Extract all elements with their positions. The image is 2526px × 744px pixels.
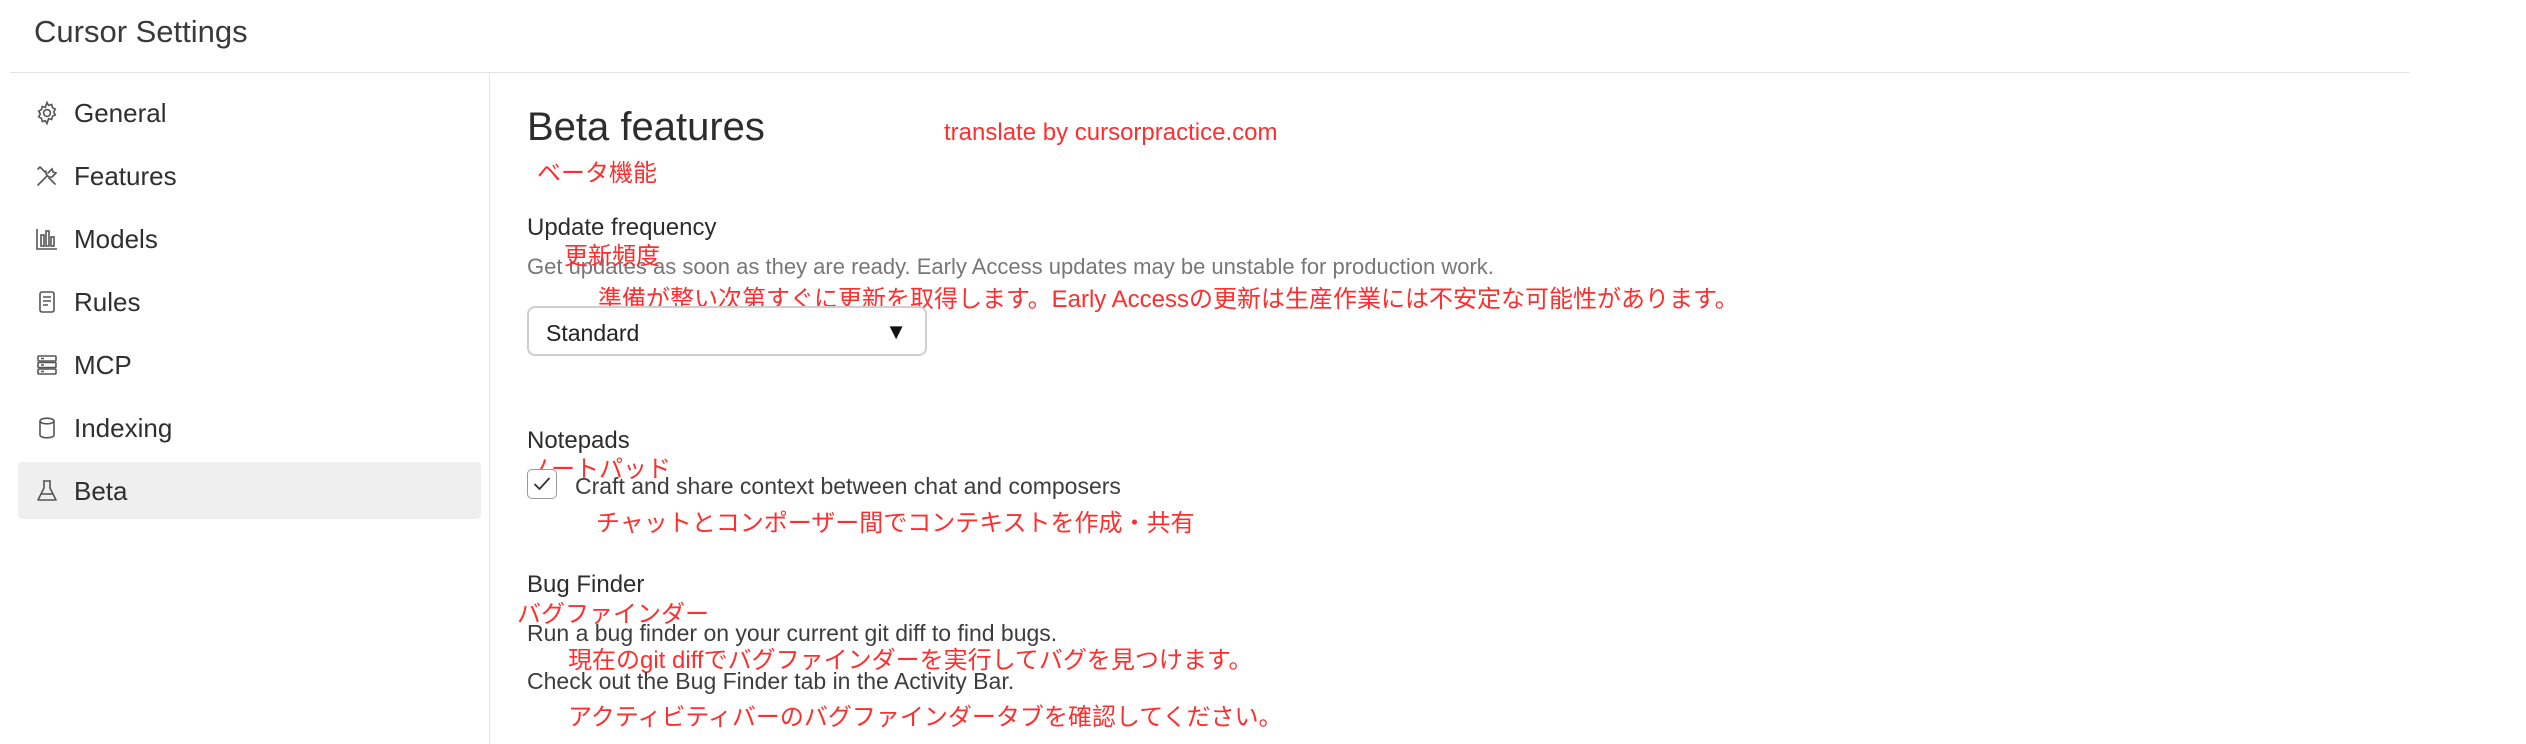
sidebar-item-features[interactable]: Features (18, 147, 481, 204)
bug-finder-note-translation: アクティビティバーのバグファインダータブを確認してください。 (568, 704, 1283, 731)
notepads-checkbox-label-translation: チャットとコンポーザー間でコンテキストを作成・共有 (596, 510, 1195, 537)
page-title: Beta features (527, 105, 765, 149)
notepads-checkbox-label[interactable]: Craft and share context between chat and… (575, 473, 1121, 500)
sidebar-item-label: General (74, 98, 167, 128)
sidebar-item-label: Rules (74, 287, 141, 317)
sidebar-divider (489, 73, 490, 744)
chevron-down-icon: ▼ (885, 319, 907, 344)
sidebar-item-mcp[interactable]: MCP (18, 336, 481, 393)
sidebar-item-rules[interactable]: Rules (18, 273, 481, 330)
sidebar-item-label: Indexing (74, 413, 173, 443)
sidebar-item-indexing[interactable]: Indexing (18, 399, 481, 456)
document-icon (34, 289, 60, 315)
page-title-translation: ベータ機能 (537, 160, 657, 187)
sidebar: General Features Models Rules MCP Indexi… (18, 84, 481, 525)
sidebar-item-models[interactable]: Models (18, 210, 481, 267)
notepads-checkbox[interactable] (527, 469, 557, 499)
translation-credit: translate by cursorpractice.com (944, 119, 1278, 146)
bar-chart-icon (34, 226, 60, 252)
settings-content: Beta features translate by cursorpractic… (517, 0, 2517, 744)
sidebar-item-label: Features (74, 161, 177, 191)
update-frequency-select[interactable]: Standard ▼ (527, 306, 927, 356)
check-icon (534, 477, 550, 490)
sidebar-item-general[interactable]: General (18, 84, 481, 141)
update-frequency-title-translation: 更新頻度 (564, 243, 660, 270)
sidebar-item-label: Beta (74, 476, 128, 506)
sidebar-item-label: MCP (74, 350, 132, 380)
sidebar-item-beta[interactable]: Beta (18, 462, 481, 519)
update-frequency-description: Get updates as soon as they are ready. E… (527, 254, 1494, 279)
gear-icon (34, 100, 60, 126)
sidebar-item-label: Models (74, 224, 158, 254)
window-title: Cursor Settings (34, 14, 248, 49)
flask-icon (34, 478, 60, 504)
update-frequency-selected-value: Standard (546, 320, 640, 346)
database-icon (34, 415, 60, 441)
server-icon (34, 352, 60, 378)
tools-icon (34, 163, 60, 189)
bug-finder-note: Check out the Bug Finder tab in the Acti… (527, 668, 1015, 694)
